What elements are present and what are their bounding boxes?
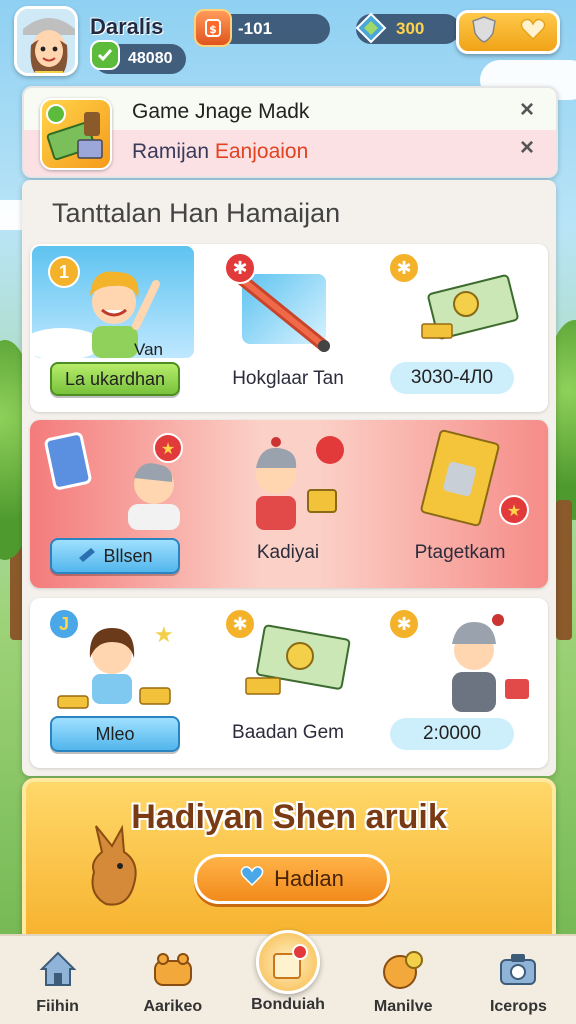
heart-icon <box>520 17 546 47</box>
reward-row-1: 1 Van La ukardhan ✱ Hokglaar Tan ✱ 3030-… <box>22 244 548 412</box>
reward-card-gold[interactable]: ★ J Mleo <box>30 598 202 766</box>
reward-card-gift[interactable]: Kadiyai <box>202 420 374 588</box>
cash-stack-icon <box>418 264 528 354</box>
nav-basket[interactable]: Aarikeo <box>115 936 230 1024</box>
avatar[interactable] <box>14 6 78 76</box>
svg-text:★: ★ <box>161 439 175 458</box>
star-badge-icon: ✱ <box>224 608 256 640</box>
ruby-counter[interactable]: $ -101 <box>194 9 330 47</box>
star-badge-icon: ✱ <box>388 252 420 284</box>
book-label: Ptagetkam <box>414 542 506 563</box>
gift-icon <box>256 930 320 994</box>
reward-card-money[interactable]: ✱ Baadan Gem <box>202 598 374 766</box>
notification-subtitle: Ramijan Eanjoaion <box>132 140 309 163</box>
reward-card-child[interactable]: 1 Van La ukardhan <box>22 244 202 412</box>
top-bar: Daralis 48080 $ -101 300 <box>0 0 576 84</box>
nav-home[interactable]: Fiihin <box>0 936 115 1024</box>
nav-camera[interactable]: Icerops <box>461 936 576 1024</box>
open-button[interactable]: Mleo <box>50 716 180 752</box>
nav-gift[interactable]: Bonduiah <box>230 930 345 1024</box>
nav-coin[interactable]: Manilve <box>346 936 461 1024</box>
wand-illustration <box>234 272 330 352</box>
username: Daralis <box>90 14 164 39</box>
bottom-nav: Fiihin Aarikeo Bonduiah Manilve Icerops <box>0 930 576 1024</box>
money-stack-icon <box>242 618 362 708</box>
claim-button[interactable]: La ukardhan <box>50 362 180 396</box>
reward-card-cash[interactable]: ✱ 3030-4Л0 <box>374 244 546 412</box>
reward-card-tablet[interactable]: ★ Bllsen <box>30 420 202 588</box>
star-badge-icon: ✱ <box>388 608 420 640</box>
notification-banner[interactable]: Game Jnage Madk Ramijan Eanjoaion × × <box>22 86 558 178</box>
wand-label: Hokglaar Tan <box>232 368 344 389</box>
claim-reward-button[interactable]: Hadian <box>194 854 390 904</box>
gem-icon <box>352 9 390 47</box>
shield-icon <box>471 15 497 49</box>
svg-text:$: $ <box>209 23 217 36</box>
home-icon <box>34 946 82 992</box>
book-icon: ★ <box>404 424 534 532</box>
svg-text:★: ★ <box>154 623 174 648</box>
notification-highlight: Eanjoaion <box>214 140 309 163</box>
unlock-button[interactable]: Bllsen <box>50 538 180 574</box>
cash-value: 3030-4Л0 <box>390 362 514 394</box>
check-icon <box>90 40 120 70</box>
boy-value: 2:0000 <box>390 718 514 750</box>
dismiss-icon[interactable]: × <box>520 134 534 162</box>
money-label: Baadan Gem <box>232 722 344 743</box>
tablet-kid-illustration: ★ <box>44 424 194 530</box>
reward-card-wand[interactable]: ✱ Hokglaar Tan <box>202 244 374 412</box>
coin-icon <box>379 946 427 992</box>
badge-number: 1 <box>48 256 80 288</box>
reward-card-boy[interactable]: ✱ 2:0000 <box>374 598 546 766</box>
reward-card-book[interactable]: ★ Ptagetkam <box>374 420 546 588</box>
notification-thumbnail <box>40 98 112 170</box>
svg-text:★: ★ <box>507 501 521 520</box>
reward-row-2: ★ Bllsen Kadiyai ★ Ptagetkam <box>30 420 548 588</box>
boy-illustration <box>414 602 538 712</box>
camera-icon <box>494 946 542 992</box>
close-icon[interactable]: × <box>520 96 534 124</box>
section-title: Tanttalan Han Hamaijan <box>52 198 341 228</box>
kangaroo-icon <box>82 822 152 917</box>
reward-row-3: ★ J Mleo ✱ Baadan Gem ✱ 2:0000 <box>30 598 548 768</box>
ticket-icon <box>77 546 97 567</box>
gift-label: Kadiyai <box>256 542 320 563</box>
gift-kid-illustration <box>212 424 364 532</box>
gem-counter[interactable]: 300 <box>355 12 460 44</box>
star-badge-icon: ✱ <box>224 252 256 284</box>
shop-button[interactable] <box>456 10 560 54</box>
heart-icon <box>240 865 264 893</box>
badge-letter: J <box>48 608 80 640</box>
ruby-icon: $ <box>194 9 232 47</box>
child-caption: Van <box>134 340 163 359</box>
level-pill: 48080 <box>90 40 186 74</box>
basket-icon <box>149 946 197 992</box>
rewards-panel: Tanttalan Han Hamaijan 1 Van La ukardhan <box>22 180 556 776</box>
special-reward-banner: Hadiyan Shen aruik Hadian <box>22 778 556 948</box>
notification-title: Game Jnage Madk <box>132 100 310 123</box>
